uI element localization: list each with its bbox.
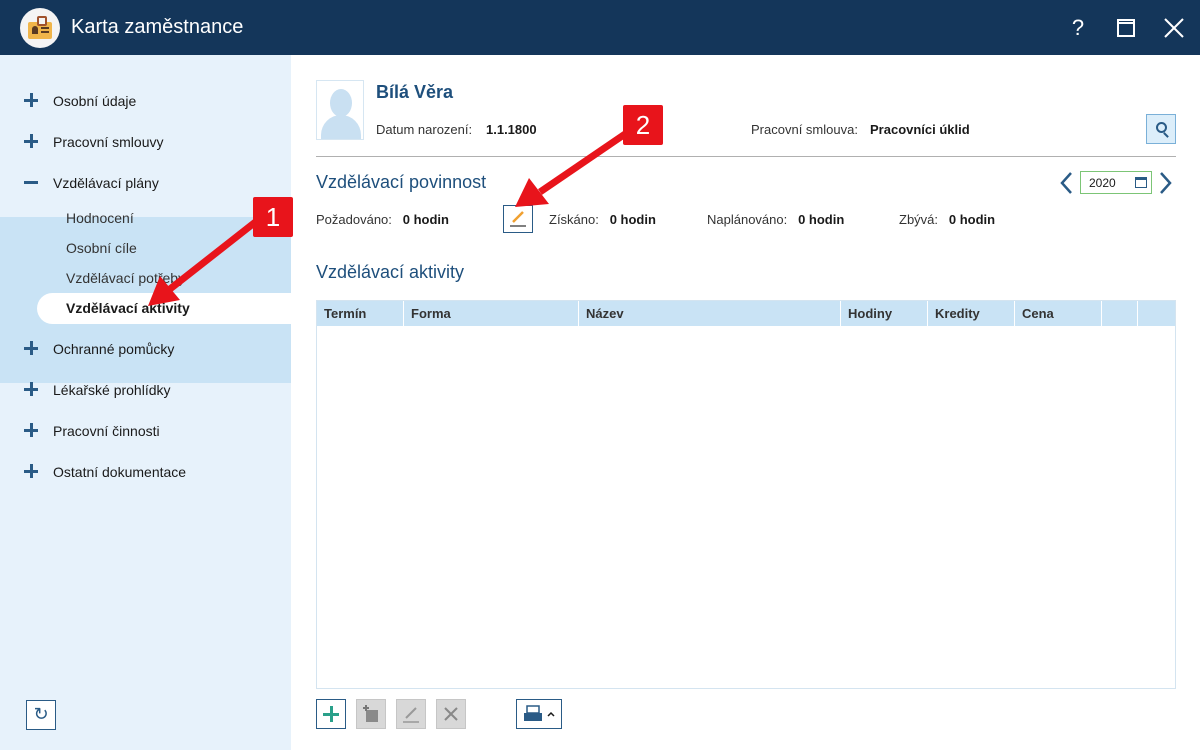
stat-earned: Získáno: 0 hodin xyxy=(549,212,656,227)
plus-icon xyxy=(24,382,38,396)
stat-label: Požadováno: xyxy=(316,212,392,227)
year-value: 2020 xyxy=(1089,176,1116,190)
stat-label: Naplánováno: xyxy=(707,212,788,227)
birth-date-value: 1.1.1800 xyxy=(486,122,537,137)
edit-obligation-button[interactable] xyxy=(503,205,533,233)
chevron-right-icon[interactable] xyxy=(1159,171,1173,195)
plus-icon xyxy=(24,341,38,355)
avatar xyxy=(316,80,364,140)
printer-icon xyxy=(524,705,555,721)
copy-button[interactable] xyxy=(356,699,386,729)
stat-value: 0 hodin xyxy=(609,212,656,227)
column-header-extra-2[interactable] xyxy=(1138,301,1175,326)
refresh-icon: ↻ xyxy=(33,704,49,724)
copy-icon xyxy=(363,705,378,722)
column-header-extra-1[interactable] xyxy=(1102,301,1138,326)
sidebar-item-label: Vzdělávací plány xyxy=(53,175,159,191)
column-header-termin[interactable]: Termín xyxy=(317,301,404,326)
stat-value: 0 hodin xyxy=(798,212,845,227)
sidebar-item-label: Osobní údaje xyxy=(53,93,137,109)
help-icon[interactable]: ? xyxy=(1062,12,1094,44)
contract-value: Pracovníci úklid xyxy=(870,122,970,137)
stat-required: Požadováno: 0 hodin xyxy=(316,212,449,227)
contract-label: Pracovní smlouva: xyxy=(751,122,858,137)
sidebar-item-vzdelavaci-plany[interactable]: Vzdělávací plány xyxy=(0,163,291,204)
obligation-title: Vzdělávací povinnost xyxy=(316,172,487,192)
sidebar-item-label: Lékařské prohlídky xyxy=(53,382,171,398)
sidebar-subitem-vzdelavaci-potreby[interactable]: Vzdělávací potřeby xyxy=(0,263,291,293)
activities-title: Vzdělávací aktivity xyxy=(316,262,465,282)
sidebar-item-osobni-udaje[interactable]: Osobní údaje xyxy=(0,81,291,122)
sidebar-subitem-label: Osobní cíle xyxy=(66,240,137,256)
delete-button[interactable] xyxy=(436,699,466,729)
main-panel: Bílá Věra Datum narození: 1.1.1800 Praco… xyxy=(291,55,1200,750)
year-picker[interactable]: 2020 xyxy=(1080,171,1152,194)
sidebar-subitem-label: Vzdělávací aktivity xyxy=(66,300,190,316)
pencil-icon xyxy=(510,211,526,227)
column-header-hodiny[interactable]: Hodiny xyxy=(841,301,928,326)
pencil-icon xyxy=(403,707,419,723)
calendar-icon[interactable] xyxy=(1135,177,1147,188)
sidebar-item-pracovni-smlouvy[interactable]: Pracovní smlouvy xyxy=(0,122,291,163)
sidebar-subitem-hodnoceni[interactable]: Hodnocení xyxy=(0,203,291,233)
sidebar-item-label: Ostatní dokumentace xyxy=(53,464,187,480)
stat-value: 0 hodin xyxy=(402,212,449,227)
column-header-cena[interactable]: Cena xyxy=(1015,301,1102,326)
annotation-callout-2: 2 xyxy=(623,105,663,145)
sidebar-item-pracovni-cinnosti[interactable]: Pracovní činnosti xyxy=(0,411,291,452)
employee-card-icon xyxy=(20,8,60,48)
column-header-kredity[interactable]: Kredity xyxy=(928,301,1015,326)
chevron-left-icon[interactable] xyxy=(1059,171,1073,195)
title-bar: Karta zaměstnance ? xyxy=(0,0,1200,55)
edit-button[interactable] xyxy=(396,699,426,729)
column-header-nazev[interactable]: Název xyxy=(579,301,841,326)
sidebar-item-lekarske-prohlidky[interactable]: Lékařské prohlídky xyxy=(0,370,291,411)
birth-date-label: Datum narození: xyxy=(376,122,473,137)
close-icon xyxy=(444,707,458,721)
plus-icon xyxy=(24,134,38,148)
sidebar-item-ochranne-pomucky[interactable]: Ochranné pomůcky xyxy=(0,329,291,370)
refresh-button[interactable]: ↻ xyxy=(26,700,56,730)
sidebar-subitem-label: Vzdělávací potřeby xyxy=(66,270,186,286)
plus-icon xyxy=(24,464,38,478)
column-header-forma[interactable]: Forma xyxy=(404,301,579,326)
sidebar-item-ostatni-dokumentace[interactable]: Ostatní dokumentace xyxy=(0,452,291,493)
stat-planned: Naplánováno: 0 hodin xyxy=(707,212,844,227)
sidebar-item-label: Ochranné pomůcky xyxy=(53,341,175,357)
sidebar-item-label: Pracovní činnosti xyxy=(53,423,160,439)
stat-remaining: Zbývá: 0 hodin xyxy=(899,212,995,227)
sidebar-subitem-label: Hodnocení xyxy=(66,210,134,226)
sidebar-subitem-osobni-cile[interactable]: Osobní cíle xyxy=(0,233,291,263)
maximize-icon[interactable] xyxy=(1110,12,1142,44)
add-button[interactable] xyxy=(316,699,346,729)
employee-name: Bílá Věra xyxy=(376,82,454,102)
annotation-callout-1: 1 xyxy=(253,197,293,237)
sidebar: Osobní údaje Pracovní smlouvy Vzdělávací… xyxy=(0,55,291,750)
activities-table[interactable]: Termín Forma Název Hodiny Kredity Cena xyxy=(316,300,1176,689)
stat-label: Zbývá: xyxy=(899,212,939,227)
print-button[interactable] xyxy=(516,699,562,729)
table-header: Termín Forma Název Hodiny Kredity Cena xyxy=(317,301,1175,326)
search-button[interactable] xyxy=(1146,114,1176,144)
sidebar-item-label: Pracovní smlouvy xyxy=(53,134,164,150)
plus-icon xyxy=(24,423,38,437)
divider xyxy=(316,156,1176,157)
sidebar-subitem-vzdelavaci-aktivity[interactable]: Vzdělávací aktivity xyxy=(37,293,291,324)
stat-label: Získáno: xyxy=(549,212,599,227)
plus-icon xyxy=(24,93,38,107)
window-title: Karta zaměstnance xyxy=(71,16,244,38)
minus-icon xyxy=(24,175,38,189)
close-icon[interactable] xyxy=(1158,12,1190,44)
stat-value: 0 hodin xyxy=(948,212,996,227)
